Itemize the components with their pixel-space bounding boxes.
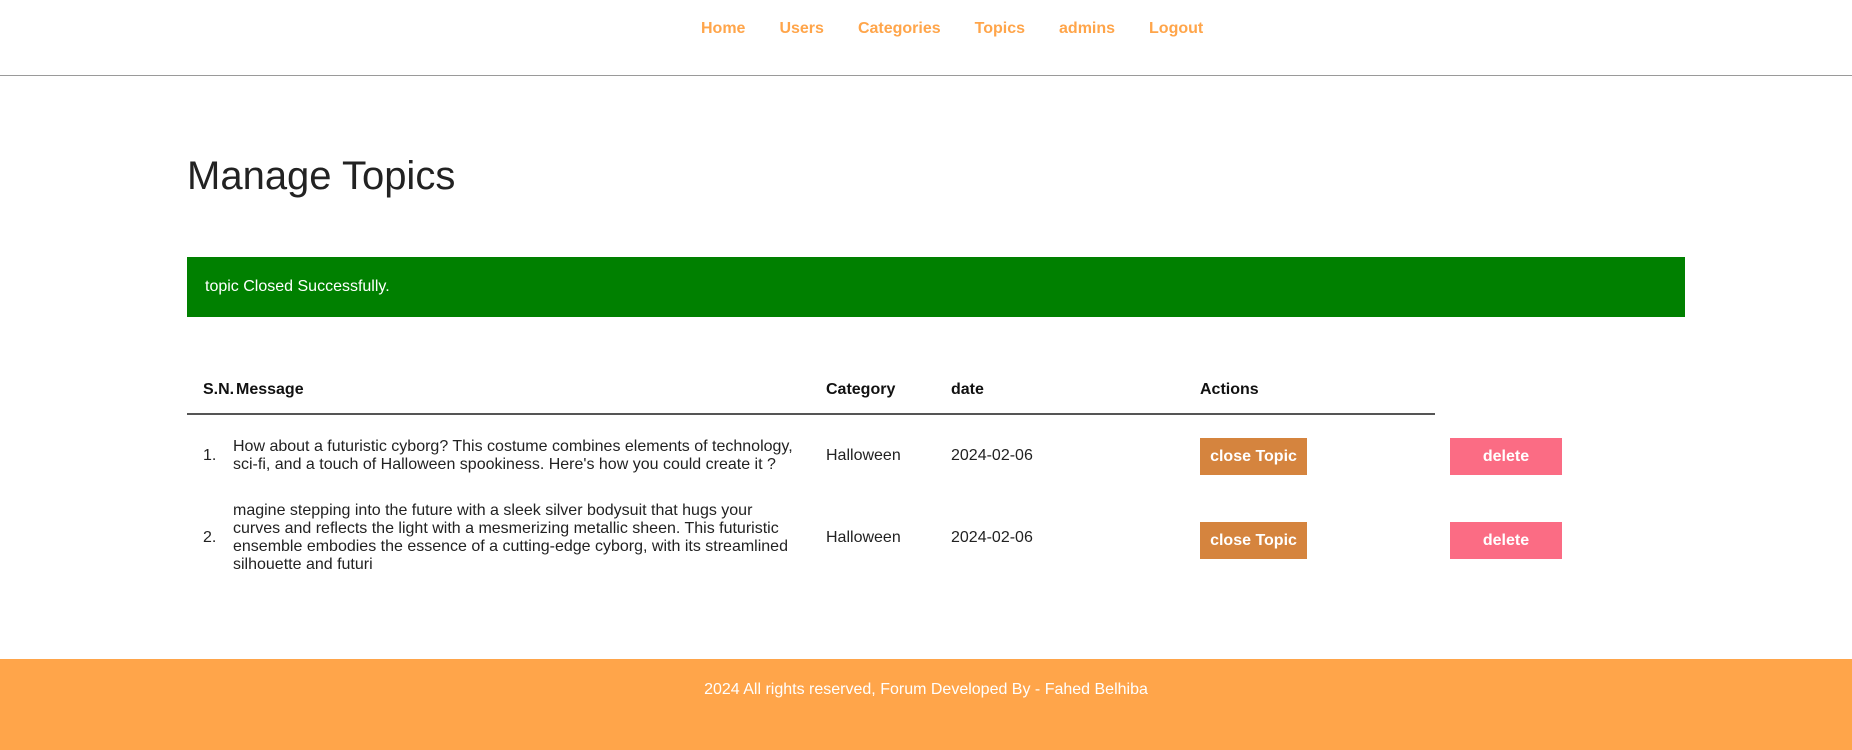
delete-topic-button[interactable]: delete Topic <box>1450 438 1562 502</box>
footer: 2024 All rights reserved, Forum Develope… <box>0 659 1852 750</box>
row-date: 2024-02-06 <box>951 529 1033 546</box>
row-sn: 2. <box>203 529 217 546</box>
alert-message: topic Closed Successfully. <box>205 278 390 295</box>
row-category: Halloween <box>826 529 901 546</box>
header-category: Category <box>826 381 896 398</box>
row-message: How about a futuristic cyborg? This cost… <box>233 438 793 473</box>
table-header: S.N. Message Category date Actions <box>187 373 1435 415</box>
nav-users-link[interactable]: Users <box>779 19 823 39</box>
header-date: date <box>951 381 984 398</box>
top-navigation: Home Users Categories Topics admins Logo… <box>0 0 1852 76</box>
nav-admins-link[interactable]: admins <box>1059 19 1115 39</box>
header-actions: Actions <box>1200 381 1259 398</box>
table-row: 2. magine stepping into the future with … <box>187 497 1685 586</box>
page-title: Manage Topics <box>187 154 456 198</box>
delete-topic-button[interactable]: delete Topic <box>1450 522 1562 586</box>
nav-topics-link[interactable]: Topics <box>975 19 1025 39</box>
header-message: Message <box>236 381 304 398</box>
nav-categories-link[interactable]: Categories <box>858 19 941 39</box>
row-message: magine stepping into the future with a s… <box>233 502 788 573</box>
nav-home-link[interactable]: Home <box>701 19 745 39</box>
row-date: 2024-02-06 <box>951 447 1033 464</box>
nav-links: Home Users Categories Topics admins Logo… <box>701 19 1203 39</box>
header-sn: S.N. <box>203 381 235 398</box>
row-sn: 1. <box>203 447 217 464</box>
close-topic-button[interactable]: close Topic <box>1200 522 1307 559</box>
table-row: 1. How about a futuristic cyborg? This c… <box>187 429 1685 502</box>
nav-logout-link[interactable]: Logout <box>1149 19 1203 39</box>
footer-text: 2024 All rights reserved, Forum Develope… <box>704 681 1148 698</box>
close-topic-button[interactable]: close Topic <box>1200 438 1307 475</box>
success-alert: topic Closed Successfully. <box>187 257 1685 317</box>
row-category: Halloween <box>826 447 901 464</box>
